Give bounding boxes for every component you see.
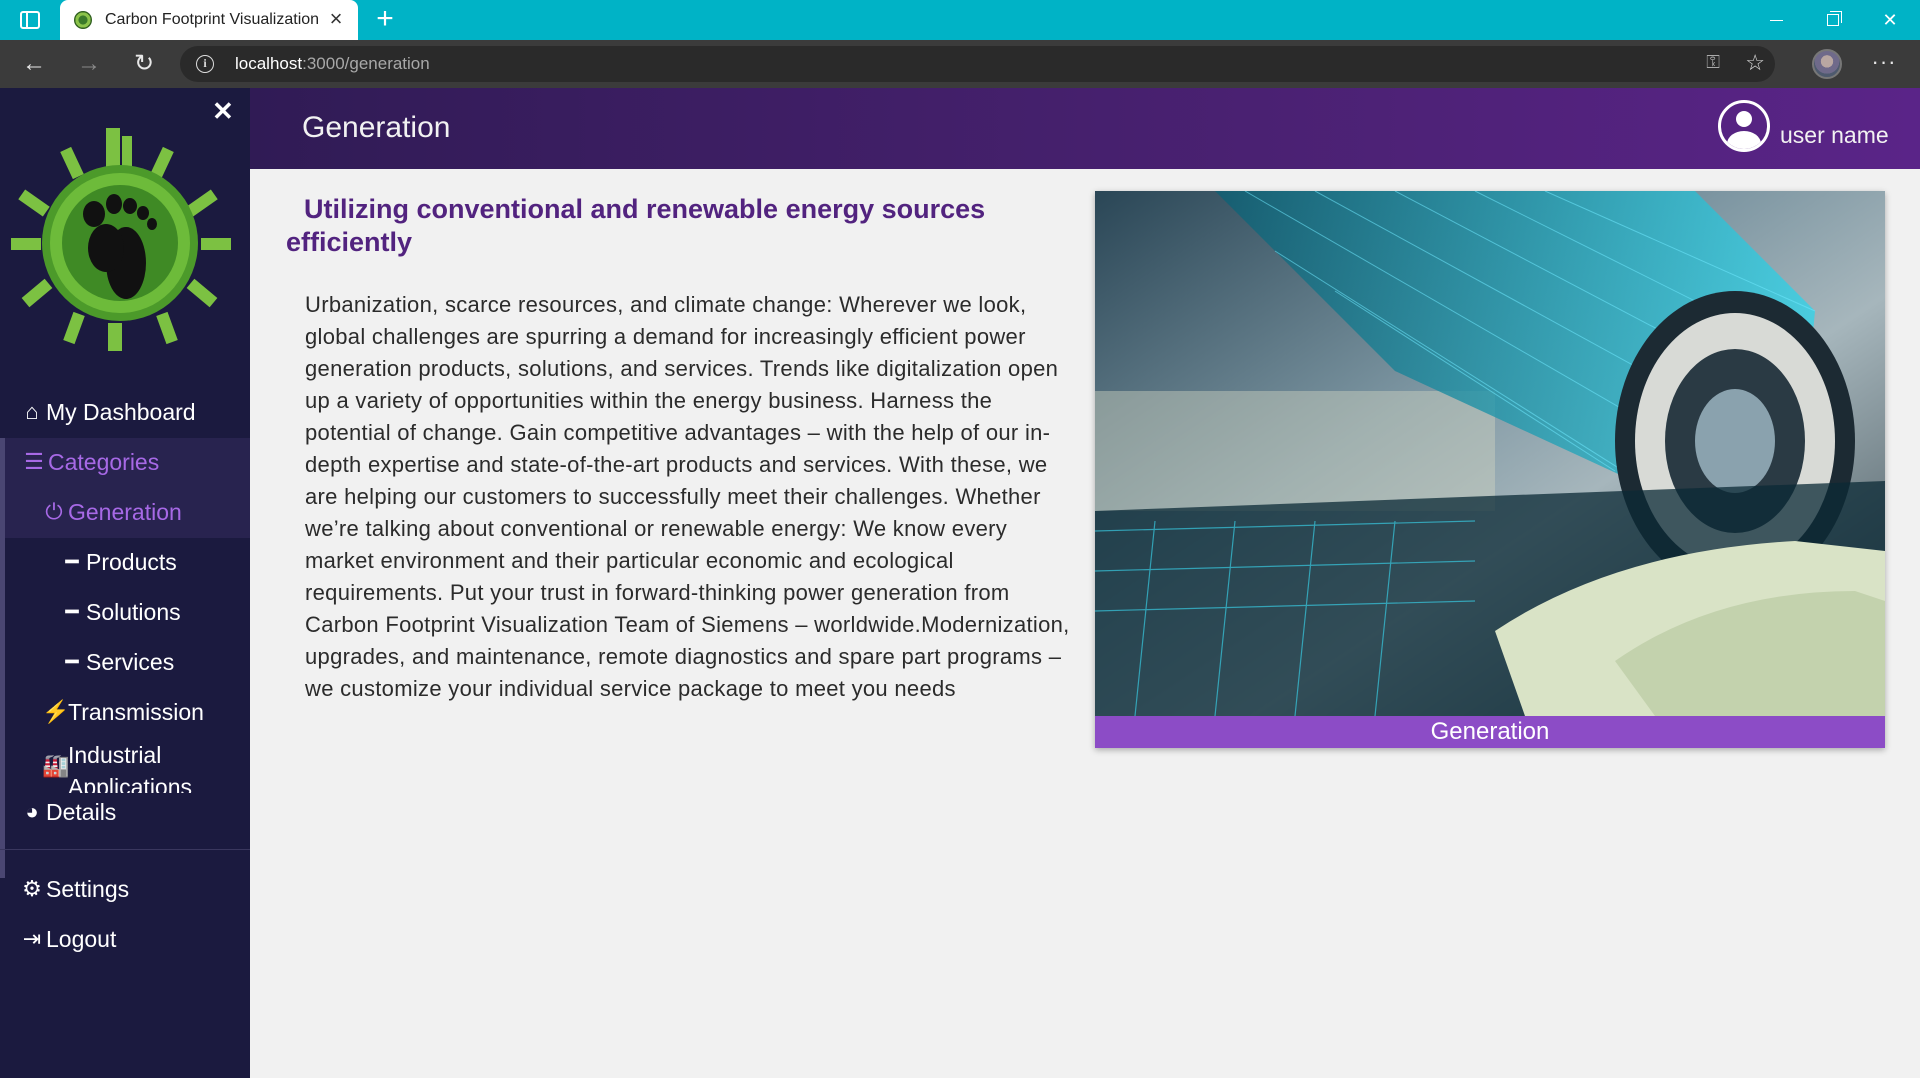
sidebar-item-my-dashboard[interactable]: ⌂ My Dashboard — [20, 388, 270, 436]
more-options-icon[interactable]: ··· — [1868, 48, 1900, 80]
back-arrow-icon[interactable]: ← — [18, 48, 50, 80]
new-tab-icon[interactable]: + — [370, 4, 400, 34]
tab-actions-icon[interactable] — [20, 11, 40, 29]
profile-avatar[interactable] — [1812, 49, 1842, 79]
app: ✕ ⌂ My Dashboard ☰ Categories ⏻ Generati… — [0, 88, 1920, 1078]
restore-window-button[interactable] — [1818, 6, 1848, 34]
close-tab-icon[interactable]: × — [324, 7, 348, 31]
sidebar-item-label: Services — [86, 648, 175, 675]
close-sidebar-icon[interactable]: ✕ — [212, 96, 234, 127]
dash-icon: ━ — [65, 549, 79, 574]
favicon-icon — [74, 11, 92, 29]
add-favorite-icon[interactable]: ☆ — [1745, 50, 1765, 76]
password-key-icon[interactable]: ⚿ — [1706, 52, 1720, 73]
carbon-footprint-logo — [11, 128, 231, 351]
main-content: Utilizing conventional and renewable ene… — [250, 169, 1920, 1078]
sidebar-item-details[interactable]: ◕ Details — [20, 788, 270, 836]
sidebar-item-label: Categories — [48, 448, 160, 475]
user-avatar-icon[interactable] — [1718, 100, 1770, 152]
sidebar-item-label: Generation — [68, 498, 182, 525]
sidebar-item-label: Details — [46, 798, 117, 825]
sidebar-item-label: Logout — [46, 925, 117, 952]
pie-chart-icon: ◕ — [25, 799, 39, 824]
factory-icon: 🏭 — [42, 753, 70, 778]
dash-icon: ━ — [65, 649, 79, 674]
sidebar-item-label: Industrial Applications — [68, 742, 193, 793]
sidebar-item-label: Settings — [46, 875, 130, 902]
reload-icon[interactable]: ↻ — [128, 48, 160, 80]
sidebar-item-settings[interactable]: ⚙ Settings — [20, 865, 270, 913]
list-icon: ☰ — [24, 449, 44, 474]
logout-icon: ⇥ — [22, 926, 42, 951]
tab-title: Carbon Footprint Visualization — [105, 11, 320, 28]
close-window-button[interactable]: ✕ — [1875, 6, 1905, 34]
browser-title-bar: Carbon Footprint Visualization × + ✕ — [0, 0, 1920, 40]
power-icon: ⏻ — [45, 499, 63, 524]
generation-image-card: Generation — [1095, 191, 1885, 748]
minimize-window-button[interactable] — [1762, 6, 1792, 34]
sidebar-item-label: Solutions — [86, 598, 181, 625]
forward-arrow-icon[interactable]: → — [73, 48, 105, 80]
address-bar[interactable]: i localhost:3000/generation ⚿ ☆ — [180, 46, 1775, 82]
user-name[interactable]: user name — [1780, 122, 1889, 149]
page-header: Generation user name — [250, 88, 1920, 169]
browser-toolbar: ← → ↻ i localhost:3000/generation ⚿ ☆ ··… — [0, 40, 1920, 88]
submenu-border — [0, 438, 5, 878]
sidebar-divider — [0, 849, 250, 850]
sidebar-item-label: Transmission — [68, 698, 204, 725]
browser-tab[interactable]: Carbon Footprint Visualization × — [60, 0, 358, 40]
sidebar-item-categories[interactable]: ☰ Categories — [22, 438, 272, 486]
home-icon: ⌂ — [25, 399, 39, 424]
image-caption: Generation — [1095, 716, 1885, 748]
site-info-icon[interactable]: i — [196, 55, 214, 73]
content-headline: Utilizing conventional and renewable ene… — [286, 194, 986, 257]
turbine-image — [1095, 191, 1885, 716]
dash-icon: ━ — [65, 599, 79, 624]
content-body: Urbanization, scarce resources, and clim… — [305, 292, 1070, 701]
sidebar-item-label: My Dashboard — [46, 398, 196, 425]
page-title: Generation — [302, 111, 451, 144]
sidebar: ✕ ⌂ My Dashboard ☰ Categories ⏻ Generati… — [0, 88, 250, 1078]
sidebar-item-logout[interactable]: ⇥ Logout — [20, 915, 270, 963]
sidebar-item-label: Products — [86, 548, 177, 575]
gears-icon: ⚙ — [22, 876, 42, 901]
plug-icon: ⚡ — [42, 699, 70, 724]
url-text[interactable]: localhost:3000/generation — [235, 54, 430, 74]
